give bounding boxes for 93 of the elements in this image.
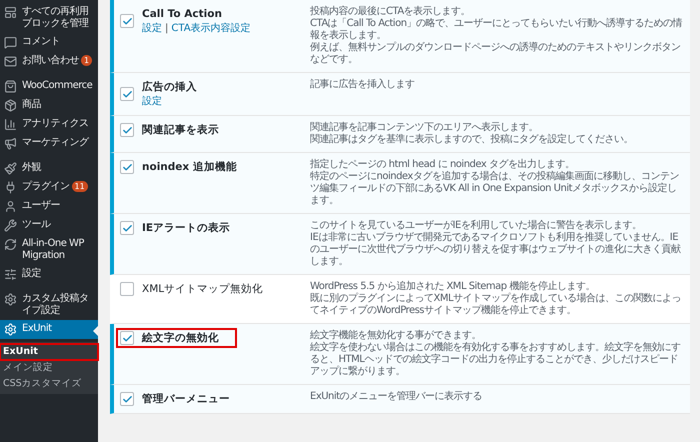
check-icon	[122, 124, 132, 136]
megaphone-icon	[4, 137, 17, 150]
current-pointer-icon	[93, 326, 98, 336]
module-title: IEアラートの表示	[142, 221, 230, 236]
module-title: Call To Action	[142, 7, 223, 22]
menu-label: ExUnit	[22, 323, 53, 335]
module-description: IEは非常に古いブラウザで開発元であるマイクロソフトも利用を推奨していません。IEのユーザーに次世代ブラウザへの切り替えを促す事はウェブサイトの進化に大きく貢献します。	[310, 232, 682, 268]
check-icon	[122, 222, 132, 234]
brush-icon	[4, 162, 17, 175]
module-description: 例えば、無料サンプルのダウンロードページへの誘導のためのテキストやリンクボタンなどです。	[310, 42, 682, 66]
submenu-item[interactable]: CSSカスタマイズ	[0, 376, 98, 392]
menu-label: 商品	[22, 99, 42, 111]
menu-label: WooCommerce	[22, 80, 94, 92]
shopping-bag-icon	[4, 80, 17, 93]
module-description: 既に別のプラグインによってXMLサイトマップを作成している場合は、この関数によってネイティブのWordPressサイトマップ機能を停止できます。	[310, 293, 682, 317]
module-description: このサイトを見ているユーザーがIEを利用していた場合に警告を表示します。	[310, 220, 642, 232]
bar-chart-icon	[4, 118, 17, 131]
menu-item[interactable]: WooCommerce	[0, 77, 98, 96]
refresh-icon	[4, 238, 17, 251]
checkbox[interactable]	[120, 331, 134, 345]
settings-link[interactable]: CTA表示内容設定	[171, 22, 251, 36]
menu-label: ユーザー	[22, 200, 61, 212]
module-title: 関連記事を表示	[142, 123, 219, 138]
envelope-icon	[4, 55, 17, 68]
menu-item[interactable]: アナリティクス	[0, 115, 98, 134]
checkbox[interactable]	[120, 14, 134, 28]
speech-bubble-icon	[4, 36, 17, 49]
menu-item[interactable]: ExUnit	[0, 320, 98, 339]
link-separator: |	[165, 22, 168, 36]
module-title: 広告の挿入	[142, 80, 197, 95]
module-description: 投稿内容の最後にCTAを表示します。	[310, 6, 472, 18]
plug-icon	[4, 181, 17, 194]
menu-label: 設定	[22, 268, 42, 280]
menu-item[interactable]: お問い合わせ 1	[0, 52, 98, 71]
module-description: ExUnitのメニューを管理バーに表示する	[310, 391, 484, 403]
checkbox[interactable]	[120, 221, 134, 235]
module-description: 絵文字機能を無効化する事ができます。	[310, 330, 482, 342]
module-title: 管理バーメニュー	[142, 392, 230, 407]
module-title: noindex 追加機能	[142, 160, 237, 175]
module-description: 指定したページの html head に noindex タグを出力します。	[310, 159, 576, 170]
module-description: 関連記事はタグを基準に表示しますので、投稿にタグを設定してください。	[310, 134, 634, 146]
menu-label: すべての再利用ブロックを管理	[22, 6, 90, 30]
menu-item[interactable]: プラグイン 11	[0, 178, 98, 197]
checkbox[interactable]	[120, 392, 134, 406]
box-icon	[4, 99, 17, 112]
settings-link[interactable]: 設定	[142, 95, 162, 109]
menu-item[interactable]: 外観	[0, 159, 98, 178]
menu-label: プラグイン 11	[22, 181, 94, 193]
menu-label: All-in-One WP Migration	[22, 238, 85, 262]
submenu-item[interactable]: メイン設定	[0, 360, 98, 376]
checkbox[interactable]	[120, 123, 134, 137]
menu-item[interactable]: コメント	[0, 33, 98, 52]
checkbox[interactable]	[120, 282, 134, 296]
module-description: 記事に広告を挿入します	[310, 79, 416, 91]
check-icon	[122, 88, 132, 100]
check-icon	[122, 332, 132, 344]
gear-icon	[4, 323, 17, 336]
submenu-item[interactable]: ExUnit	[0, 344, 98, 360]
menu-label: 外観	[22, 162, 42, 174]
menu-label: コメント	[22, 36, 61, 48]
checkbox[interactable]	[120, 87, 134, 101]
menu-label: お問い合わせ 1	[22, 55, 94, 67]
module-description: 絵文字を使わない場合はこの機能を有効化する事をおすすめします。絵文字を無効にすると、HTMLヘッドでの絵文字コードの出力を停止することができ、少しだけスピードアップに繋がります。	[310, 342, 682, 378]
menu-label: カスタム投稿タイプ設定	[22, 293, 90, 317]
settings-link[interactable]: 設定	[142, 22, 162, 36]
user-icon	[4, 200, 17, 213]
menu-item[interactable]: すべての再利用ブロックを管理	[0, 3, 98, 33]
layout-icon	[4, 6, 17, 19]
module-title: XMLサイトマップ無効化	[142, 282, 264, 297]
check-icon	[122, 16, 132, 26]
menu-item[interactable]: 設定	[0, 265, 98, 284]
count-badge: 11	[72, 181, 88, 192]
module-title: 絵文字の無効化	[142, 330, 219, 346]
module-description: 特定のページにnoindexタグを追加する場合は、その投稿編集画面に移動し、コンテンツ編集フィールドの下部にあるVK All in One Expansion Unitメタボックスから設定します。	[310, 171, 680, 207]
menu-item[interactable]: カスタム投稿タイプ設定	[0, 290, 98, 320]
sliders-icon	[4, 268, 17, 281]
count-badge: 1	[81, 55, 92, 66]
menu-label: マーケティング	[22, 137, 90, 149]
module-description: 関連記事を記事コンテンツ下のエリアへ表示します。	[310, 122, 539, 134]
module-description: CTAは「Call To Action」の略で、ユーザーにとってもらいたい行動へ誘導するための情報を表示します。	[310, 18, 684, 42]
check-icon	[122, 162, 132, 172]
wrench-icon	[4, 219, 17, 232]
menu-item[interactable]: ツール	[0, 216, 98, 235]
checkbox[interactable]	[120, 160, 134, 174]
menu-label: アナリティクス	[22, 118, 90, 130]
gear-icon	[4, 293, 17, 306]
check-icon	[122, 394, 132, 404]
menu-item[interactable]: マーケティング	[0, 134, 98, 153]
module-description: WordPress 5.5 から追加された XML Sitemap 機能を停止します。	[310, 281, 596, 292]
menu-label: ツール	[22, 219, 52, 231]
menu-item[interactable]: ユーザー	[0, 197, 98, 216]
menu-item[interactable]: All-in-One WP Migration	[0, 235, 98, 265]
menu-item[interactable]: 商品	[0, 96, 98, 115]
